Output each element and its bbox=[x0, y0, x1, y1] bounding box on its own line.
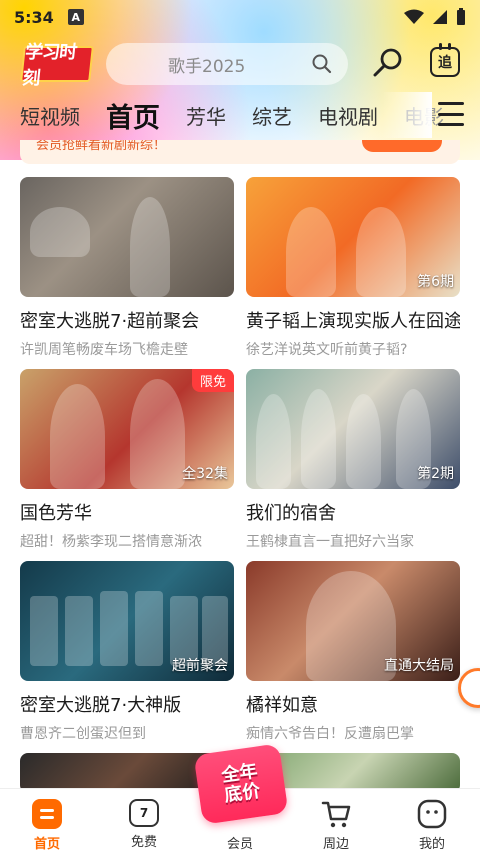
notification-icon: A bbox=[67, 9, 84, 25]
nav-shop[interactable]: 周边 bbox=[306, 799, 366, 852]
episode-badge: 超前聚会 bbox=[172, 658, 228, 674]
video-subtitle: 许凯周笔畅废车场飞檐走壁 bbox=[20, 342, 188, 358]
nav-shop-label: 周边 bbox=[322, 837, 349, 852]
video-title[interactable]: 黄子韬上演现实版人在囧途 bbox=[246, 307, 460, 333]
tab-fanghua[interactable]: 芳华 bbox=[186, 101, 226, 130]
tab-variety[interactable]: 综艺 bbox=[252, 101, 292, 130]
home-icon bbox=[32, 799, 62, 829]
video-card[interactable]: 超前聚会 密室大逃脱7·大神版 曹恩齐二创蛋迟但到 bbox=[20, 561, 234, 743]
top-bar: 学习时刻 歌手2025 追 bbox=[0, 38, 480, 89]
video-title[interactable]: 我们的宿舍 bbox=[246, 499, 460, 525]
promo-banner[interactable]: 会员抢鲜看新剧新综！ bbox=[20, 140, 460, 164]
video-thumbnail[interactable]: 限免 全32集 bbox=[20, 369, 234, 489]
nav-free[interactable]: 7 免费 bbox=[114, 799, 174, 850]
video-thumbnail[interactable]: 第2期 bbox=[246, 369, 460, 489]
free-tv-icon: 7 bbox=[129, 799, 159, 827]
video-subtitle: 超甜！杨紫李现二搭情意渐浓 bbox=[20, 534, 202, 550]
tab-short-video[interactable]: 短视频 bbox=[20, 101, 80, 130]
menu-icon[interactable] bbox=[438, 102, 464, 126]
video-title[interactable]: 国色芳华 bbox=[20, 499, 234, 525]
battery-icon bbox=[457, 8, 465, 25]
video-card[interactable]: 限免 全32集 国色芳华 超甜！杨紫李现二搭情意渐浓 bbox=[20, 369, 234, 551]
video-card[interactable]: 直通大结局 橘祥如意 痴情六爷告白！反遭扇巴掌 bbox=[246, 561, 460, 743]
nav-home[interactable]: 首页 bbox=[17, 799, 77, 852]
video-thumbnail[interactable]: 直通大结局 bbox=[246, 561, 460, 681]
discover-icon[interactable] bbox=[371, 46, 405, 80]
profile-face-icon bbox=[417, 799, 447, 829]
search-input[interactable]: 歌手2025 bbox=[106, 43, 348, 85]
episode-badge: 第6期 bbox=[417, 274, 454, 290]
status-icons bbox=[404, 8, 466, 26]
episode-badge: 直通大结局 bbox=[384, 658, 454, 674]
video-card[interactable]: 密室大逃脱7·超前聚会 许凯周笔畅废车场飞檐走壁 bbox=[20, 177, 234, 359]
bottom-nav: 首页 7 免费 会员 全年 底价 周边 我的 bbox=[0, 743, 480, 855]
video-subtitle: 徐艺洋说英文听前黄子韬? bbox=[246, 342, 408, 358]
vip-promo-badge[interactable]: 全年 底价 bbox=[193, 743, 289, 825]
video-thumbnail[interactable]: 超前聚会 bbox=[20, 561, 234, 681]
video-card[interactable]: 第2期 我们的宿舍 王鹤棣直言一直把好六当家 bbox=[246, 369, 460, 551]
nav-profile-label: 我的 bbox=[418, 837, 445, 852]
tabs-fade bbox=[382, 92, 432, 138]
episode-badge: 全32集 bbox=[182, 466, 228, 482]
cart-icon bbox=[321, 801, 351, 828]
video-title[interactable]: 密室大逃脱7·大神版 bbox=[20, 691, 234, 717]
signal-icon bbox=[433, 10, 447, 24]
video-subtitle: 王鹤棣直言一直把好六当家 bbox=[246, 534, 414, 550]
video-card[interactable]: 第6期 黄子韬上演现实版人在囧途 徐艺洋说英文听前黄子韬? bbox=[246, 177, 460, 359]
video-thumbnail[interactable]: 第6期 bbox=[246, 177, 460, 297]
video-subtitle: 曹恩齐二创蛋迟但到 bbox=[20, 726, 146, 742]
nav-home-label: 首页 bbox=[33, 837, 60, 852]
search-icon[interactable] bbox=[312, 54, 332, 74]
nav-profile[interactable]: 我的 bbox=[402, 799, 462, 852]
status-bar: 5:34 A bbox=[0, 0, 480, 34]
floating-widget[interactable] bbox=[458, 668, 480, 708]
video-title[interactable]: 橘祥如意 bbox=[246, 691, 460, 717]
status-time: 5:34 bbox=[14, 7, 54, 27]
nav-vip[interactable]: 会员 bbox=[210, 829, 270, 852]
promo-text: 会员抢鲜看新剧新综！ bbox=[36, 140, 167, 153]
video-title[interactable]: 密室大逃脱7·超前聚会 bbox=[20, 307, 234, 333]
tab-tv-series[interactable]: 电视剧 bbox=[318, 101, 378, 130]
nav-free-label: 免费 bbox=[130, 835, 157, 850]
episode-badge: 第2期 bbox=[417, 466, 454, 482]
tab-home[interactable]: 首页 bbox=[106, 96, 160, 135]
wifi-icon bbox=[404, 9, 424, 24]
free-badge: 限免 bbox=[191, 369, 234, 392]
vip-badge-line2: 底价 bbox=[223, 780, 262, 807]
video-subtitle: 痴情六爷告白！反遭扇巴掌 bbox=[246, 726, 414, 742]
follow-calendar-icon[interactable]: 追 bbox=[430, 43, 460, 77]
app-logo[interactable]: 学习时刻 bbox=[20, 42, 94, 89]
search-placeholder: 歌手2025 bbox=[168, 56, 246, 77]
promo-button[interactable] bbox=[362, 140, 442, 152]
video-thumbnail[interactable] bbox=[20, 177, 234, 297]
channel-tabs: 短视频 首页 芳华 综艺 电视剧 电影 bbox=[0, 92, 480, 138]
nav-vip-label: 会员 bbox=[226, 837, 253, 852]
